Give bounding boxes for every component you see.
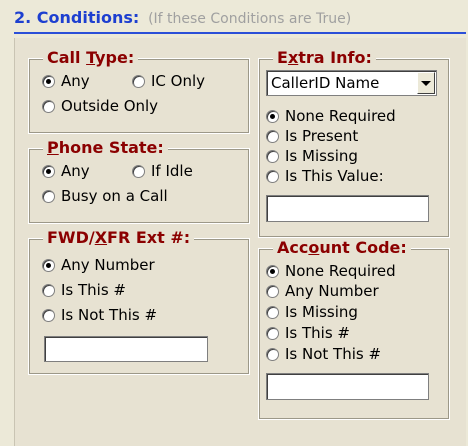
phone-state-group: Phone State: Any If Idle Busy on a Call <box>28 138 250 224</box>
radio-unselected-icon <box>132 74 145 88</box>
extra-info-is-present-radio[interactable]: Is Present <box>266 127 358 145</box>
phone-state-any-radio[interactable]: Any <box>42 162 90 180</box>
radio-unselected-icon <box>42 308 55 322</box>
radio-unselected-icon <box>266 305 279 319</box>
account-code-group: Account Code: None Required Any Number I… <box>258 238 450 420</box>
conditions-panel: Call Type: Any IC Only Outside Only Phon… <box>14 38 466 446</box>
call-type-outside-only-radio[interactable]: Outside Only <box>42 97 158 115</box>
call-type-ic-only-radio[interactable]: IC Only <box>132 72 205 90</box>
fwd-xfr-group: FWD/XFR Ext #: Any Number Is This # Is N… <box>28 228 250 375</box>
radio-unselected-icon <box>266 169 279 183</box>
fwd-xfr-is-this-radio[interactable]: Is This # <box>42 281 126 299</box>
conditions-header: 2. Conditions: (If these Conditions are … <box>14 8 466 34</box>
call-type-any-radio[interactable]: Any <box>42 72 90 90</box>
radio-unselected-icon <box>42 189 55 203</box>
extra-info-is-missing-radio[interactable]: Is Missing <box>266 147 358 165</box>
phone-state-if-idle-radio[interactable]: If Idle <box>132 162 193 180</box>
radio-selected-icon <box>266 264 279 278</box>
extra-info-value-input[interactable] <box>266 195 429 222</box>
radio-selected-icon <box>42 74 55 88</box>
radio-selected-icon <box>266 109 279 123</box>
phone-state-busy-radio[interactable]: Busy on a Call <box>42 187 168 205</box>
radio-unselected-icon <box>42 99 55 113</box>
radio-unselected-icon <box>266 326 279 340</box>
section-title: 2. Conditions: <box>14 8 140 27</box>
radio-selected-icon <box>42 164 55 178</box>
radio-unselected-icon <box>266 347 279 361</box>
extra-info-dropdown[interactable]: CallerID Name <box>266 70 437 96</box>
extra-info-is-this-value-radio[interactable]: Is This Value: <box>266 167 384 185</box>
extra-info-none-required-radio[interactable]: None Required <box>266 107 396 125</box>
section-subtitle: (If these Conditions are True) <box>148 11 352 27</box>
extra-info-legend: Extra Info: <box>273 48 376 67</box>
fwd-xfr-any-number-radio[interactable]: Any Number <box>42 256 155 274</box>
extra-info-dropdown-value: CallerID Name <box>271 74 380 92</box>
phone-state-legend: Phone State: <box>43 138 168 157</box>
fwd-xfr-number-input[interactable] <box>44 336 208 362</box>
radio-selected-icon <box>42 258 55 272</box>
radio-unselected-icon <box>266 129 279 143</box>
extra-info-group: Extra Info: CallerID Name None Required … <box>258 48 450 238</box>
account-code-none-required-radio[interactable]: None Required <box>266 262 396 280</box>
radio-unselected-icon <box>266 149 279 163</box>
radio-unselected-icon <box>266 284 279 298</box>
account-code-is-missing-radio[interactable]: Is Missing <box>266 303 358 321</box>
radio-unselected-icon <box>132 164 145 178</box>
fwd-xfr-is-not-this-radio[interactable]: Is Not This # <box>42 306 157 324</box>
account-code-legend: Account Code: <box>273 238 411 257</box>
fwd-xfr-legend: FWD/XFR Ext #: <box>43 228 195 247</box>
radio-unselected-icon <box>42 283 55 297</box>
dropdown-arrow-icon[interactable] <box>417 72 435 94</box>
account-code-value-input[interactable] <box>266 373 429 400</box>
account-code-is-not-this-radio[interactable]: Is Not This # <box>266 345 381 363</box>
call-type-legend: Call Type: <box>43 48 139 67</box>
account-code-is-this-radio[interactable]: Is This # <box>266 324 350 342</box>
call-type-group: Call Type: Any IC Only Outside Only <box>28 48 250 134</box>
account-code-any-number-radio[interactable]: Any Number <box>266 282 379 300</box>
